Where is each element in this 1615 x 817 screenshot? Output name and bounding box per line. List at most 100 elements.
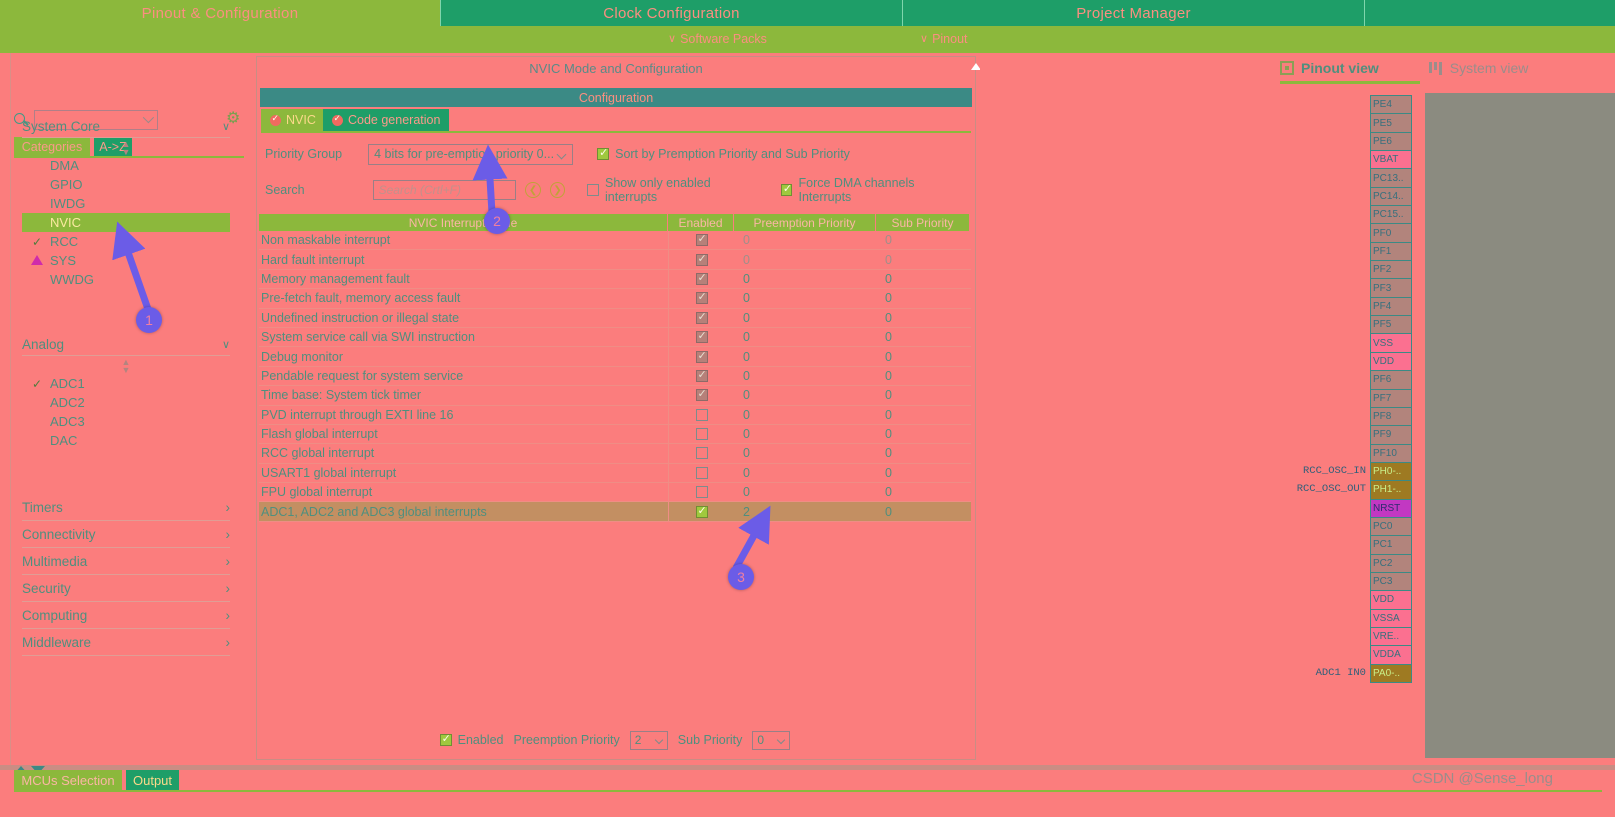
checkbox-icon[interactable] bbox=[695, 466, 708, 479]
enabled-cell[interactable] bbox=[668, 308, 734, 327]
pin-vdd[interactable]: VDD bbox=[1370, 590, 1412, 610]
pin-pc2[interactable]: PC2 bbox=[1370, 553, 1412, 573]
table-row[interactable]: System service call via SWI instruction 0… bbox=[259, 327, 971, 348]
table-row[interactable]: Memory management fault 00 bbox=[259, 269, 971, 290]
pin-pf4[interactable]: PF4 bbox=[1370, 296, 1412, 317]
menu-software-packs[interactable]: ∨ Software Packs bbox=[668, 29, 767, 49]
sidebar-item-sys[interactable]: SYS bbox=[22, 251, 230, 270]
pin-pf9[interactable]: PF9 bbox=[1370, 425, 1412, 445]
checkbox-icon[interactable] bbox=[695, 290, 708, 305]
tab-pinout-view[interactable]: Pinout view bbox=[1280, 60, 1379, 76]
pin-pe4[interactable]: PE4 bbox=[1370, 95, 1412, 115]
sort-by-priority-checkbox[interactable]: Sort by Premption Priority and Sub Prior… bbox=[597, 146, 850, 161]
pin-vre[interactable]: VRE.. bbox=[1370, 626, 1412, 647]
checkbox-icon[interactable] bbox=[695, 447, 708, 460]
preemption-priority-cell[interactable]: 0 bbox=[734, 328, 876, 346]
sub-priority-cell[interactable]: 0 bbox=[876, 347, 969, 365]
pin-vbat[interactable]: VBAT bbox=[1370, 150, 1412, 170]
column-header-interrupt-table[interactable]: NVIC Interrupt Table bbox=[259, 214, 668, 231]
sub-priority-cell[interactable]: 0 bbox=[876, 464, 969, 482]
table-row[interactable]: Non maskable interrupt 00 bbox=[259, 231, 971, 251]
preemption-priority-cell[interactable]: 0 bbox=[734, 347, 876, 365]
group-header[interactable]: Analog ∨ bbox=[22, 334, 230, 356]
pin-pf8[interactable]: PF8 bbox=[1370, 406, 1412, 427]
table-row[interactable]: Undefined instruction or illegal state 00 bbox=[259, 308, 971, 328]
sidebar-item-dac[interactable]: DAC bbox=[22, 431, 230, 450]
pin-vdd[interactable]: VDD bbox=[1370, 351, 1412, 372]
sub-priority-cell[interactable]: 0 bbox=[876, 289, 969, 307]
pin-pf2[interactable]: PF2 bbox=[1370, 260, 1412, 280]
pin-vdda[interactable]: VDDA bbox=[1370, 645, 1412, 665]
preemption-priority-cell[interactable]: 0 bbox=[734, 309, 876, 327]
checkbox-icon[interactable] bbox=[695, 428, 708, 441]
pin-pf0[interactable]: PF0 bbox=[1370, 223, 1412, 243]
column-header-enabled[interactable]: Enabled bbox=[668, 214, 734, 231]
checkbox-icon[interactable] bbox=[695, 232, 708, 247]
enabled-cell[interactable] bbox=[668, 444, 734, 463]
checkbox-icon[interactable] bbox=[695, 486, 708, 499]
sidebar-item-rcc[interactable]: ✓ RCC bbox=[22, 232, 230, 251]
pin-nrst[interactable]: NRST bbox=[1370, 498, 1412, 518]
priority-group-select[interactable]: 4 bits for pre-emption priority 0... bbox=[368, 143, 574, 165]
checkbox-icon[interactable] bbox=[695, 310, 708, 324]
pin-pf6[interactable]: PF6 bbox=[1370, 370, 1412, 390]
pin-pf5[interactable]: PF5 bbox=[1370, 315, 1412, 335]
enabled-cell[interactable] bbox=[668, 483, 734, 502]
enabled-cell[interactable] bbox=[668, 231, 734, 250]
pin-pa0-[interactable]: PA0-.. bbox=[1370, 663, 1412, 683]
enabled-cell[interactable] bbox=[668, 347, 734, 366]
sidebar-group-security[interactable]: Security › bbox=[22, 575, 230, 602]
pin-vssa[interactable]: VSSA bbox=[1370, 608, 1412, 628]
preemption-priority-cell[interactable]: 2 bbox=[734, 502, 876, 520]
enabled-cell[interactable] bbox=[668, 405, 734, 424]
tab-project-manager[interactable]: Project Manager bbox=[902, 0, 1364, 26]
checkbox-icon[interactable] bbox=[695, 349, 708, 363]
sidebar-item-adc2[interactable]: ADC2 bbox=[22, 393, 230, 412]
pin-pe5[interactable]: PE5 bbox=[1370, 113, 1412, 133]
enabled-cell[interactable] bbox=[668, 250, 734, 269]
table-row[interactable]: Pendable request for system service 00 bbox=[259, 366, 971, 387]
tab-system-view[interactable]: System view bbox=[1428, 60, 1528, 76]
checkbox-icon[interactable] bbox=[695, 504, 708, 518]
preemption-priority-cell[interactable]: 0 bbox=[734, 483, 876, 501]
preemption-priority-cell[interactable]: 0 bbox=[734, 386, 876, 404]
group-header[interactable]: System Core ∨ bbox=[22, 116, 230, 138]
sub-priority-cell[interactable]: 0 bbox=[876, 483, 969, 501]
sub-priority-cell[interactable]: 0 bbox=[876, 386, 969, 404]
tab-output[interactable]: Output bbox=[126, 770, 179, 790]
pin-pe6[interactable]: PE6 bbox=[1370, 131, 1412, 152]
sub-priority-cell[interactable]: 0 bbox=[876, 367, 969, 385]
enabled-cell[interactable] bbox=[668, 269, 734, 289]
table-row[interactable]: RCC global interrupt 0 0 bbox=[259, 444, 971, 464]
column-header-preemption-priority[interactable]: Preemption Priority bbox=[734, 214, 876, 231]
sidebar-item-iwdg[interactable]: IWDG bbox=[22, 194, 230, 213]
enabled-cell[interactable] bbox=[668, 502, 734, 521]
sidebar-item-adc1[interactable]: ✓ ADC1 bbox=[22, 374, 230, 393]
pin-pf3[interactable]: PF3 bbox=[1370, 278, 1412, 298]
table-row[interactable]: Debug monitor 00 bbox=[259, 347, 971, 367]
pin-pf7[interactable]: PF7 bbox=[1370, 388, 1412, 408]
table-row[interactable]: Pre-fetch fault, memory access fault 00 bbox=[259, 289, 971, 309]
table-row[interactable]: Time base: System tick timer 00 bbox=[259, 386, 971, 406]
table-row[interactable]: Flash global interrupt 0 0 bbox=[259, 424, 971, 445]
sidebar-group-middleware[interactable]: Middleware › bbox=[22, 629, 230, 656]
checkbox-icon[interactable] bbox=[695, 252, 708, 266]
sidebar-item-nvic[interactable]: NVIC bbox=[22, 213, 230, 232]
preemption-priority-cell[interactable]: 0 bbox=[734, 367, 876, 385]
search-prev-button[interactable]: ❮ bbox=[525, 182, 541, 198]
table-row[interactable]: ADC1, ADC2 and ADC3 global interrupts 20 bbox=[259, 502, 971, 522]
chip-canvas[interactable] bbox=[1425, 93, 1615, 758]
sub-priority-cell[interactable]: 0 bbox=[876, 502, 969, 520]
sub-priority-cell[interactable]: 0 bbox=[876, 406, 969, 424]
scroll-spinner[interactable]: ▲ ▼ bbox=[22, 358, 230, 375]
sidebar-item-gpio[interactable]: GPIO bbox=[22, 175, 230, 194]
sub-priority-cell[interactable]: 0 bbox=[876, 328, 969, 346]
sub-priority-cell[interactable]: 0 bbox=[876, 270, 969, 288]
sidebar-group-computing[interactable]: Computing › bbox=[22, 602, 230, 629]
enabled-cell[interactable] bbox=[668, 327, 734, 347]
pin-ph0-[interactable]: PH0-.. bbox=[1370, 461, 1412, 482]
sub-priority-cell[interactable]: 0 bbox=[876, 309, 969, 327]
enabled-checkbox[interactable]: Enabled bbox=[439, 732, 503, 747]
checkbox-icon[interactable] bbox=[695, 368, 708, 382]
tab-mcus-selection[interactable]: MCUs Selection bbox=[14, 770, 122, 790]
